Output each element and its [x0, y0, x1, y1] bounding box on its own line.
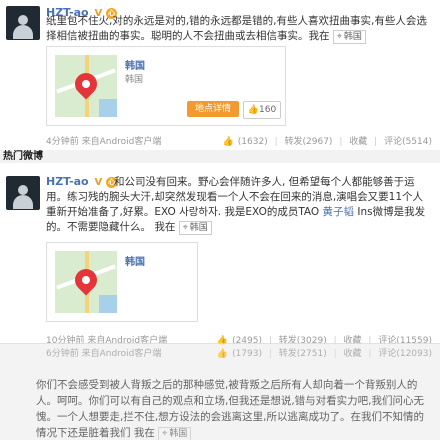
like-button[interactable]: 👍 (1793): [213, 349, 262, 359]
map-card-title[interactable]: 韩国: [125, 57, 145, 72]
avatar[interactable]: [6, 176, 40, 210]
map-thumbnail[interactable]: [55, 251, 117, 313]
map-pin-icon: [70, 68, 102, 100]
post-actions: 👍 (1793) | 转发(2751) | 收藏 | 评论(12093): [209, 346, 432, 359]
post-meta: 6分钟前 来自Android客户端: [46, 349, 162, 359]
thumb-up-icon: 👍: [216, 349, 229, 359]
favorite-button[interactable]: 收藏: [344, 349, 362, 359]
section-title-hot-weibo: 热门微博: [0, 150, 440, 163]
post-text: 你们不会感受到被人背叛之后的那种感觉,被背叛之后所有人却向着一个背叛别人的人。呵…: [36, 379, 425, 440]
thumb-up-icon: 👍: [247, 105, 260, 115]
weibo-post: HZT-ao V 心 纸里包不住火,对的永远是对的,错的永远都是错的,有些人喜欢…: [0, 0, 440, 150]
comment-button[interactable]: 评论(5514): [384, 137, 432, 147]
location-tag[interactable]: ⌖ 韩国: [158, 427, 192, 440]
location-pin-icon: ⌖: [182, 223, 188, 233]
repost-button[interactable]: 转发(2967): [285, 137, 333, 147]
post-meta: 4分钟前 来自Android客户端: [46, 137, 162, 147]
repost-button[interactable]: 转发(2751): [279, 349, 327, 359]
location-tag[interactable]: ⌖ 韩国: [332, 30, 366, 44]
like-button[interactable]: 👍 (1632): [219, 137, 268, 147]
map-card-subtitle: 韩国: [125, 75, 144, 85]
post-text: 纸里包不住火,对的永远是对的,错的永远都是错的,有些人喜欢扭曲事实,有些人会选择…: [46, 15, 427, 44]
location-like-button[interactable]: 👍160: [243, 101, 281, 119]
map-thumbnail[interactable]: [55, 55, 117, 117]
map-pin-icon: [70, 264, 102, 296]
location-map-card[interactable]: 韩国 韩国 地点详情 👍160: [46, 46, 286, 126]
location-pin-icon: ⌖: [162, 429, 168, 439]
weibo-feed: HZT-ao V 心 纸里包不住火,对的永远是对的,错的永远都是错的,有些人喜欢…: [0, 0, 440, 440]
mention-link[interactable]: 黄子韬: [323, 206, 355, 218]
location-tag[interactable]: ⌖ 韩国: [178, 221, 212, 235]
weibo-post: 6分钟前 来自Android客户端 👍 (1793) | 转发(2751) | 收…: [0, 343, 440, 440]
location-detail-button[interactable]: 地点详情: [187, 101, 239, 117]
post-text: 和公司没有回来。野心会伴随许多人, 但希望每个人都能够善于运用。练习残的腕头大汗…: [46, 176, 426, 235]
favorite-button[interactable]: 收藏: [349, 137, 367, 147]
map-card-title[interactable]: 韩国: [125, 253, 145, 268]
weibo-post: HZT-ao V 心 和公司没有回来。野心会伴随许多人, 但希望每个人都能够善于…: [0, 163, 440, 346]
comment-button[interactable]: 评论(12093): [378, 349, 432, 359]
location-map-card[interactable]: 韩国: [46, 242, 198, 322]
post-actions: 👍 (1632) | 转发(2967) | 收藏 | 评论(5514): [215, 134, 432, 147]
avatar[interactable]: [6, 6, 40, 40]
thumb-up-icon: 👍: [222, 137, 234, 147]
location-pin-icon: ⌖: [336, 32, 342, 42]
